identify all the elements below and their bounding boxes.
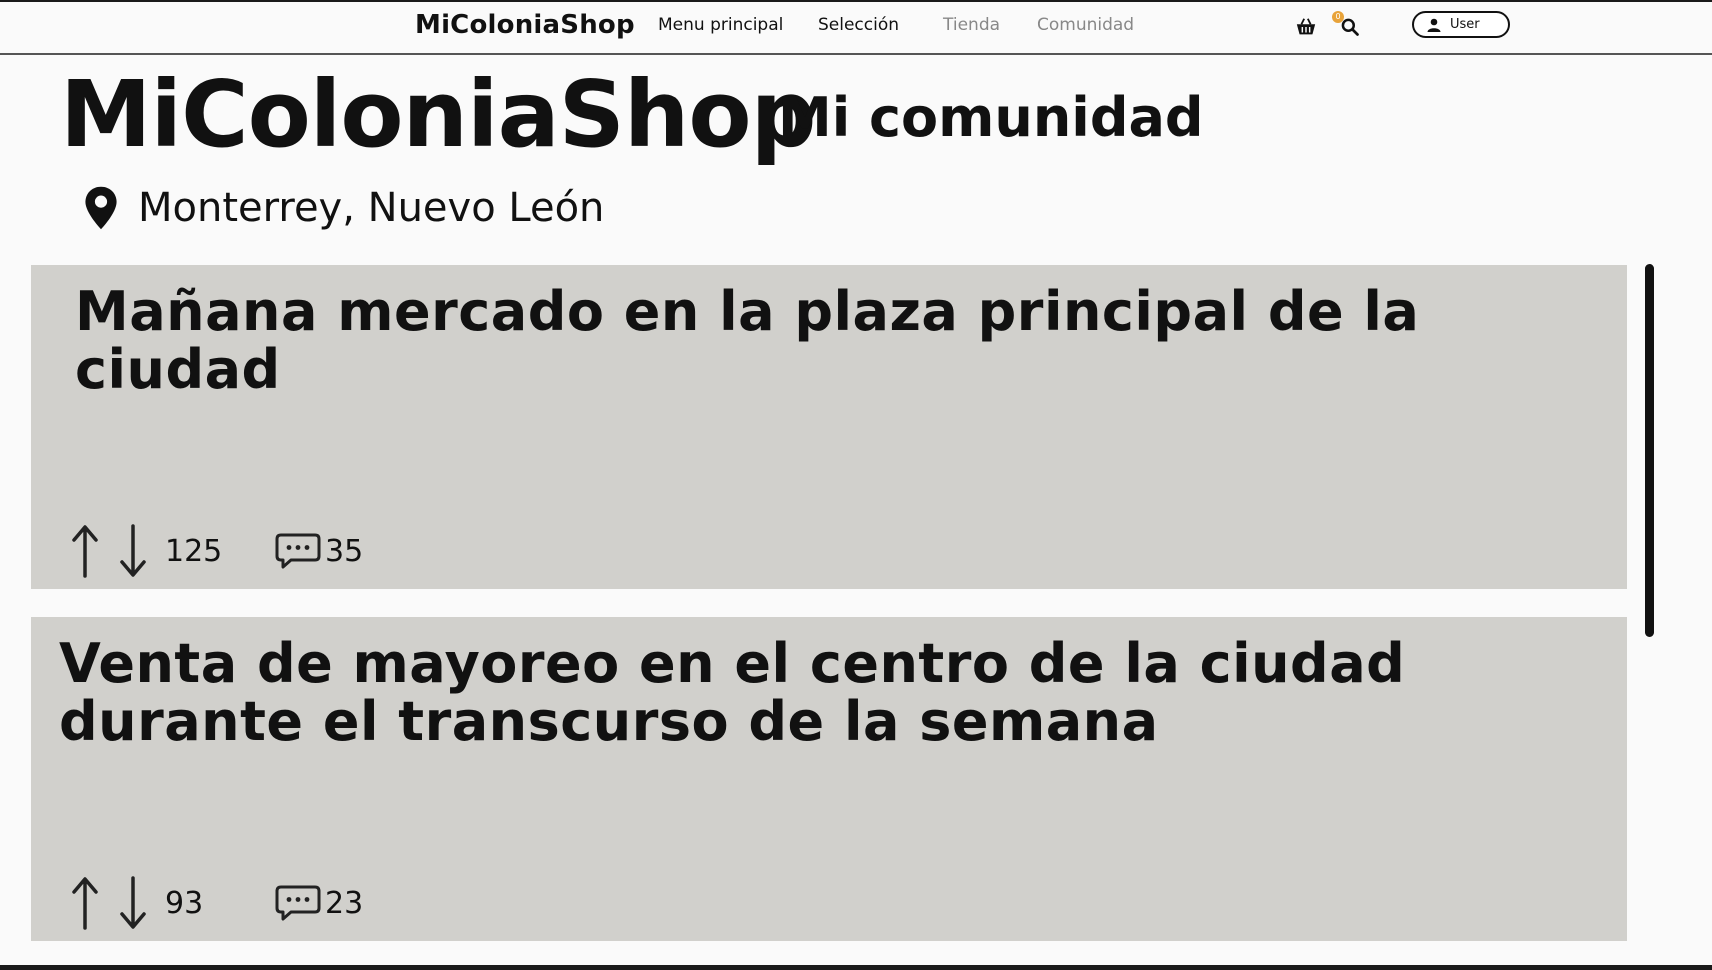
post-meta: 93 23 — [67, 875, 363, 931]
comment-bubble-icon — [275, 885, 321, 921]
nav-link-menu-principal[interactable]: Menu principal — [658, 15, 783, 35]
location-text: Monterrey, Nuevo León — [138, 185, 605, 231]
comments-button[interactable]: 35 — [275, 532, 363, 570]
upvote-arrow-icon[interactable] — [67, 523, 103, 579]
comment-bubble-icon — [275, 533, 321, 569]
user-button-label: User — [1450, 17, 1480, 32]
nav-link-seleccion[interactable]: Selección — [818, 15, 899, 35]
upvote-arrow-icon[interactable] — [67, 875, 103, 931]
location-label: Monterrey, Nuevo León — [84, 185, 604, 231]
post-meta: 125 35 — [67, 523, 363, 579]
post-card[interactable]: Mañana mercado en la plaza principal de … — [31, 265, 1627, 589]
basket-icon[interactable] — [1295, 16, 1317, 38]
nav-link-tienda[interactable]: Tienda — [943, 15, 1000, 35]
post-title[interactable]: Venta de mayoreo en el centro de la ciud… — [59, 634, 1567, 752]
site-title: MiColoniaShop — [60, 61, 816, 168]
map-pin-icon — [85, 186, 117, 230]
comment-count: 35 — [325, 533, 364, 569]
comments-button[interactable]: 23 — [275, 884, 363, 922]
user-account-button[interactable]: User — [1412, 11, 1510, 38]
comment-count: 23 — [325, 885, 364, 921]
vote-count: 125 — [165, 533, 223, 569]
nav-link-comunidad[interactable]: Comunidad — [1037, 15, 1134, 35]
post-card[interactable]: Venta de mayoreo en el centro de la ciud… — [31, 617, 1627, 941]
search-icon[interactable] — [1340, 17, 1360, 37]
app-window: MiColoniaShop Menu principal Selección T… — [0, 0, 1712, 970]
nav-brand-logo[interactable]: MiColoniaShop — [415, 10, 635, 40]
downvote-arrow-icon[interactable] — [115, 875, 151, 931]
downvote-arrow-icon[interactable] — [115, 523, 151, 579]
user-icon — [1427, 18, 1441, 32]
vote-count: 93 — [165, 885, 204, 921]
page-subtitle: Mi comunidad — [778, 86, 1204, 149]
post-title[interactable]: Mañana mercado en la plaza principal de … — [75, 282, 1567, 400]
feed-scrollbar[interactable] — [1645, 264, 1654, 637]
top-navbar: MiColoniaShop Menu principal Selección T… — [0, 2, 1712, 55]
